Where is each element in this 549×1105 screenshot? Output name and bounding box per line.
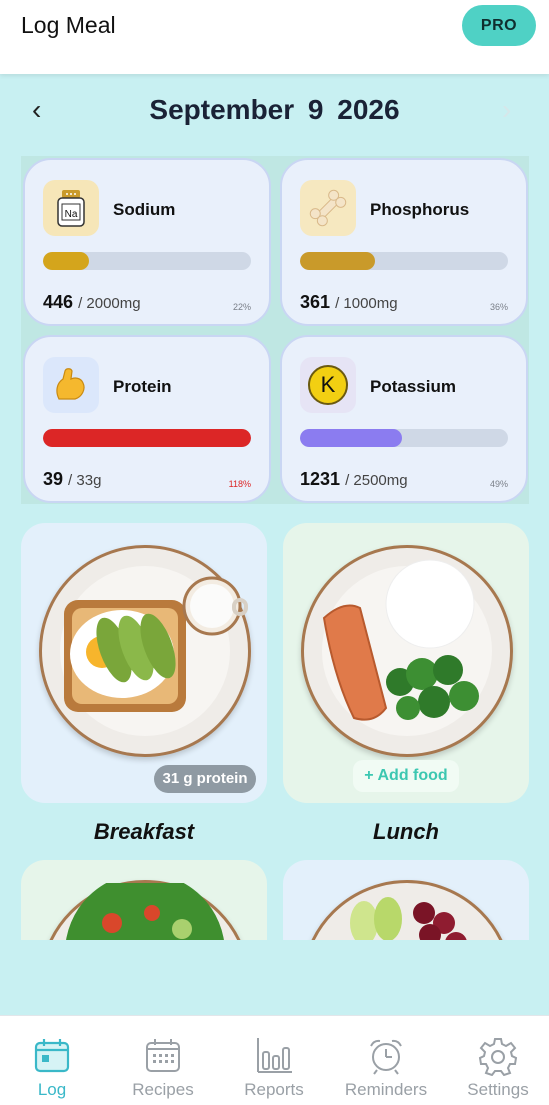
nutrient-value: 361	[300, 292, 331, 312]
bar-chart-icon	[257, 1038, 292, 1073]
meal-card-lunch[interactable]: + Add food Lunch	[283, 523, 529, 844]
salad-illustration	[66, 883, 224, 940]
breakfast-plate-image	[39, 545, 251, 757]
nav-item-settings[interactable]: Settings	[443, 1016, 549, 1105]
nutrient-card-phosphorus[interactable]: Phosphorus 361 / 1000mg 36%	[280, 158, 528, 326]
avocado-toast-illustration	[64, 576, 248, 712]
lunch-plate-image	[301, 545, 513, 757]
nav-label-log: Log	[37, 1080, 67, 1099]
flexed-biceps-icon	[43, 357, 99, 413]
nutrient-percent: 36%	[489, 302, 508, 312]
gear-icon	[478, 1038, 518, 1076]
alarm-clock-icon	[370, 1039, 402, 1075]
nutrient-limit: / 1000mg	[335, 295, 398, 312]
nutrient-progress-fill	[43, 252, 89, 270]
meal-card-dinner-partial[interactable]	[21, 860, 267, 940]
nutrient-name: Protein	[113, 377, 172, 396]
potassium-letter: K	[308, 365, 348, 405]
nutrient-percent: 118%	[228, 479, 251, 489]
meal-name-lunch: Lunch	[373, 819, 439, 844]
nutrient-value-line: 446 / 2000mg	[43, 292, 141, 313]
nav-label-recipes: Recipes	[132, 1080, 194, 1099]
nutrient-value: 1231	[300, 469, 341, 489]
nutrient-name: Sodium	[113, 200, 176, 219]
nutrient-card-protein[interactable]: Protein 39 / 33g 118%	[23, 335, 271, 503]
add-food-button[interactable]: + Add food	[353, 760, 459, 792]
nutrient-progress-bar	[300, 252, 508, 270]
nutrient-progress-fill	[43, 429, 251, 447]
salmon-rice-broccoli-illustration	[322, 559, 479, 721]
pro-button[interactable]: PRO	[462, 5, 536, 46]
nutrient-limit: / 2500mg	[345, 472, 408, 489]
fruit-illustration	[350, 897, 467, 940]
meal-card-breakfast[interactable]: 31 g protein Breakfast	[21, 523, 267, 844]
nutrient-value: 39	[43, 469, 64, 489]
nutrient-limit: / 33g	[68, 472, 102, 489]
svg-text:Na: Na	[65, 209, 78, 220]
nutrient-limit: / 2000mg	[78, 295, 141, 312]
meal-name-breakfast: Breakfast	[93, 819, 195, 844]
nutrient-percent: 49%	[489, 479, 508, 489]
nutrient-summary-panel: Na Sodium 446 / 2000mg 22% Phosphorus 36…	[21, 156, 529, 504]
recipes-grid-icon	[146, 1039, 180, 1072]
fruit-plate-image	[301, 880, 513, 940]
next-day-chevron-icon[interactable]: ›	[502, 94, 511, 126]
salad-plate-image	[39, 880, 251, 940]
protein-badge: 31 g protein	[154, 765, 256, 793]
nutrient-name: Potassium	[370, 377, 456, 396]
current-date: September 9 2026	[149, 94, 400, 125]
bone-icon	[300, 180, 356, 236]
nutrient-card-sodium[interactable]: Na Sodium 446 / 2000mg 22%	[23, 158, 271, 326]
nav-item-log[interactable]: Log	[0, 1016, 107, 1105]
page-title: Log Meal	[21, 12, 116, 38]
nutrient-value: 446	[43, 292, 74, 312]
bottom-navigation: Log Recipes Reports Reminders Settings	[0, 1015, 549, 1105]
app-header: Log Meal PRO	[0, 0, 549, 74]
nav-label-reminders: Reminders	[344, 1080, 428, 1099]
sodium-salt-shaker-icon: Na	[43, 180, 99, 236]
nutrient-card-potassium[interactable]: K Potassium 1231 / 2500mg 49%	[280, 335, 528, 503]
nav-item-recipes[interactable]: Recipes	[108, 1016, 218, 1105]
nav-label-reports: Reports	[244, 1080, 304, 1099]
nav-item-reports[interactable]: Reports	[219, 1016, 329, 1105]
calendar-log-icon	[34, 1039, 70, 1073]
nav-item-reminders[interactable]: Reminders	[331, 1016, 441, 1105]
nutrient-value-line: 1231 / 2500mg	[300, 469, 408, 490]
nutrient-progress-fill	[300, 252, 375, 270]
nutrient-progress-bar	[43, 429, 251, 447]
date-navigator: ‹ September 9 2026 ›	[0, 88, 549, 132]
nutrient-value-line: 361 / 1000mg	[300, 292, 398, 313]
nutrient-progress-bar	[43, 252, 251, 270]
nutrient-value-line: 39 / 33g	[43, 469, 101, 490]
nutrient-percent: 22%	[232, 302, 251, 312]
nutrient-progress-fill	[300, 429, 402, 447]
meal-card-snack-partial[interactable]	[283, 860, 529, 940]
nav-label-settings: Settings	[467, 1080, 529, 1099]
nutrient-progress-bar	[300, 429, 508, 447]
potassium-k-icon: K	[300, 357, 356, 413]
nutrient-name: Phosphorus	[370, 200, 470, 219]
